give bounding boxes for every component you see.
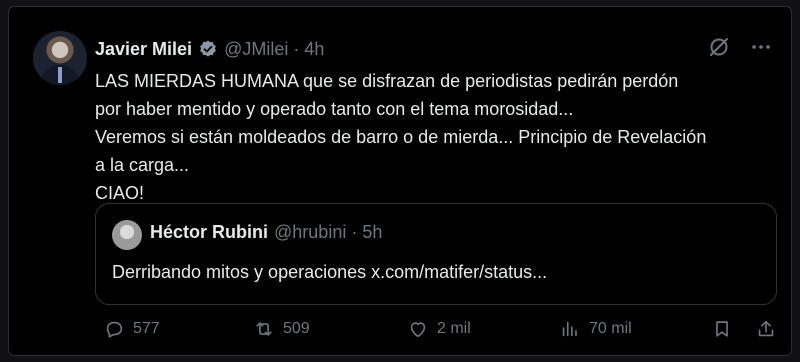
- quoted-author-avatar[interactable]: [112, 220, 142, 250]
- bookmark-icon: [716, 321, 728, 337]
- views-icon: [562, 321, 577, 337]
- header-separator: ·: [293, 38, 300, 59]
- quoted-author-handle[interactable]: @hrubini: [274, 222, 346, 243]
- tweet-card[interactable]: Javier Milei @JMilei · 4h LAS MIERDAS HU…: [8, 6, 792, 356]
- tweet-text-line: LAS MIERDAS HUMANA que se disfrazan de p…: [95, 71, 679, 91]
- more-icon[interactable]: [749, 35, 773, 59]
- quoted-author-name[interactable]: Héctor Rubini: [150, 222, 268, 243]
- grok-icon[interactable]: [707, 35, 731, 59]
- author-name[interactable]: Javier Milei: [95, 39, 192, 60]
- author-handle[interactable]: @JMilei: [224, 39, 288, 60]
- views-button[interactable]: 70 mil: [559, 315, 632, 343]
- tweet-text-line: Veremos si están moldeados de barro o de…: [95, 127, 707, 147]
- quoted-tweet-text: Derribando mitos y operaciones x.com/mat…: [112, 262, 548, 282]
- tweet-header: Javier Milei @JMilei · 4h: [95, 37, 324, 61]
- author-avatar[interactable]: [33, 31, 87, 85]
- heart-icon: [410, 322, 426, 338]
- quoted-tweet-header: Héctor Rubini @hrubini · 5h: [150, 222, 382, 243]
- reply-count: 577: [133, 320, 160, 337]
- avatar-tie: [58, 67, 62, 83]
- tweet-action-bar: 577 509 2 mil 70 mil: [95, 315, 785, 343]
- reply-icon: [106, 321, 123, 338]
- repost-count: 509: [283, 320, 310, 337]
- repost-icon: [256, 322, 272, 336]
- repost-button[interactable]: 509: [253, 315, 310, 343]
- quoted-tweet-timestamp[interactable]: 5h: [362, 222, 382, 243]
- verified-badge-icon: [200, 40, 216, 57]
- share-button[interactable]: [755, 315, 777, 343]
- reply-button[interactable]: 577: [103, 315, 160, 343]
- screenshot-frame: Javier Milei @JMilei · 4h LAS MIERDAS HU…: [0, 0, 800, 362]
- tweet-top-actions: [707, 35, 773, 59]
- like-count: 2 mil: [437, 320, 471, 337]
- share-icon: [758, 320, 774, 337]
- views-count: 70 mil: [589, 320, 632, 337]
- tweet-timestamp[interactable]: 4h: [304, 39, 324, 60]
- tweet-text-line: por haber mentido y operado tanto con el…: [95, 99, 574, 119]
- quoted-tweet[interactable]: Héctor Rubini @hrubini · 5h Derribando m…: [95, 203, 777, 305]
- tweet-text-line: a la carga...: [95, 155, 190, 175]
- like-button[interactable]: 2 mil: [407, 315, 471, 343]
- tweet-text: LAS MIERDAS HUMANA que se disfrazan de p…: [95, 67, 775, 207]
- bookmark-button[interactable]: [711, 315, 733, 343]
- quoted-header-separator: ·: [351, 222, 358, 242]
